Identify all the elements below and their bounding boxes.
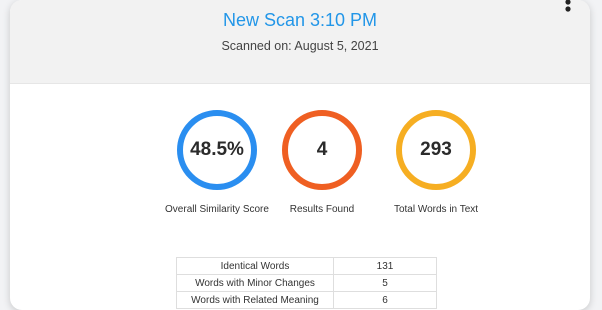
results-value: 4 — [316, 139, 328, 160]
total-words-label: Total Words in Text — [393, 204, 479, 215]
metric-total-words: 293 Total Words in Text — [361, 110, 511, 215]
report-header: New Scan 3:10 PM Scanned on: August 5, 2… — [10, 0, 590, 84]
stat-label: Words with Minor Changes — [176, 274, 334, 292]
scan-date: Scanned on: August 5, 2021 — [221, 39, 379, 53]
similarity-ring: 48.5% — [177, 110, 257, 190]
word-stats-table: Identical Words 131 Words with Minor Cha… — [176, 257, 437, 309]
table-row: Words with Minor Changes 5 — [176, 274, 437, 292]
stat-label: Identical Words — [176, 257, 334, 275]
table-row: Words with Related Meaning 6 — [176, 291, 437, 309]
scan-title: New Scan 3:10 PM — [222, 10, 378, 30]
total-words-value: 293 — [420, 139, 452, 160]
stat-value: 131 — [333, 257, 437, 275]
total-words-ring: 293 — [396, 110, 476, 190]
stat-value: 6 — [333, 291, 437, 309]
results-ring: 4 — [282, 110, 362, 190]
stat-label: Words with Related Meaning — [176, 291, 334, 309]
stat-value: 5 — [333, 274, 437, 292]
table-row: Identical Words 131 — [176, 257, 437, 275]
more-options-icon[interactable] — [562, 0, 574, 16]
similarity-value: 48.5% — [190, 139, 244, 160]
scan-report-card: New Scan 3:10 PM Scanned on: August 5, 2… — [10, 0, 590, 310]
